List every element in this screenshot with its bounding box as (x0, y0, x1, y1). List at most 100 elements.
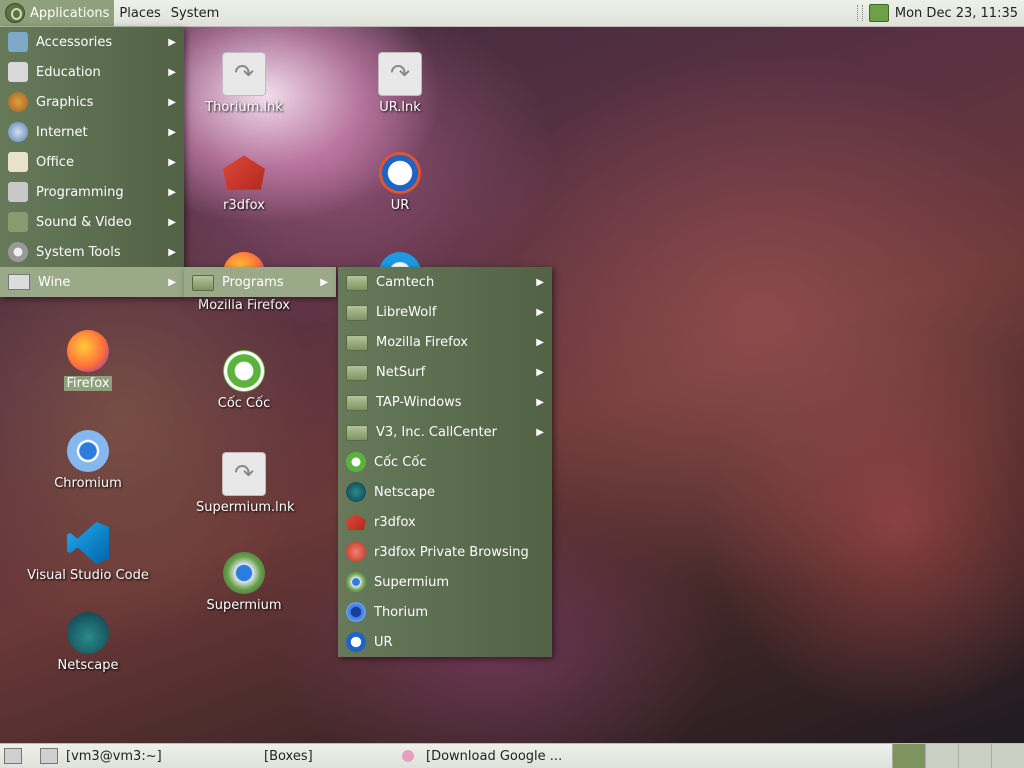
accessories-icon (8, 32, 28, 52)
submenu-arrow-icon: ▶ (168, 66, 176, 78)
menu-item-label: Supermium (374, 574, 450, 590)
menu-item-label: LibreWolf (376, 304, 437, 320)
menu-item-thorium[interactable]: Thorium (338, 597, 552, 627)
desktop-icon-netscape[interactable]: Netscape (38, 612, 138, 673)
desktop-icon-vscode[interactable]: Visual Studio Code (24, 522, 152, 583)
submenu-arrow-icon: ▶ (168, 126, 176, 138)
menu-item-r3dfox[interactable]: r3dfox (338, 507, 552, 537)
gnome-foot-icon (5, 3, 25, 23)
taskbar-item-label: [vm3@vm3:~] (66, 748, 162, 764)
submenu-arrow-icon: ▶ (168, 36, 176, 48)
desktop-icon-label: UR (390, 198, 410, 213)
menu-item-office[interactable]: Office ▶ (0, 147, 184, 177)
shortcut-icon (222, 452, 266, 496)
menu-item-label: UR (374, 634, 393, 650)
menu-item-programs[interactable]: Programs ▶ (184, 267, 336, 297)
vscode-icon (67, 522, 109, 564)
folder-icon (346, 395, 368, 411)
ur-browser-icon (346, 632, 366, 652)
taskbar-item-label: [Download Google ... (426, 748, 563, 764)
clock[interactable]: Mon Dec 23, 11:35 (895, 6, 1018, 21)
menu-item-label: Internet (36, 124, 88, 140)
menu-item-r3dfox-private[interactable]: r3dfox Private Browsing (338, 537, 552, 567)
places-menu-button[interactable]: Places (114, 0, 165, 26)
chromium-icon (67, 430, 109, 472)
menu-item-system-tools[interactable]: System Tools ▶ (0, 237, 184, 267)
desktop-icon-label: UR.lnk (379, 100, 421, 115)
desktop-icon-chromium[interactable]: Chromium (38, 430, 138, 491)
graphics-icon (8, 92, 28, 112)
menu-item-sound-video[interactable]: Sound & Video ▶ (0, 207, 184, 237)
netscape-icon (346, 482, 366, 502)
submenu-arrow-icon: ▶ (536, 336, 544, 348)
applications-menu-button[interactable]: Applications (0, 0, 115, 26)
folder-icon (346, 275, 368, 291)
menu-item-supermium[interactable]: Supermium (338, 567, 552, 597)
menu-item-netsurf[interactable]: NetSurf ▶ (338, 357, 552, 387)
desktop-icon-coccoc[interactable]: Cốc Cốc (194, 350, 294, 411)
menu-item-wine[interactable]: Wine ▶ (0, 267, 184, 297)
r3dfox-icon (346, 514, 366, 530)
system-menu-button[interactable]: System (166, 0, 224, 26)
terminal-icon (40, 748, 58, 764)
menu-item-label: Mozilla Firefox (376, 334, 468, 350)
workspace-1[interactable] (892, 744, 925, 768)
desktop-icon-r3dfox[interactable]: r3dfox (194, 152, 294, 213)
menu-item-camtech[interactable]: Camtech ▶ (338, 267, 552, 297)
workspace-2[interactable] (925, 744, 958, 768)
desktop-icon-label: Thorium.lnk (205, 100, 283, 115)
taskbar-item-label: [Boxes] (264, 748, 313, 764)
menu-item-label: System Tools (36, 244, 121, 260)
menu-item-programming[interactable]: Programming ▶ (0, 177, 184, 207)
workspace-switcher (892, 744, 1024, 768)
desktop-icon-label: Mozilla Firefox (198, 298, 290, 313)
system-tools-gear-icon (8, 242, 28, 262)
coccoc-icon (223, 350, 265, 392)
desktop-icon-thorium-lnk[interactable]: Thorium.lnk (194, 52, 294, 115)
desktop-icon-firefox[interactable]: Firefox (38, 330, 138, 391)
desktop-icon-label: Cốc Cốc (217, 396, 271, 411)
menu-item-label: r3dfox (374, 514, 416, 530)
menu-item-label: V3, Inc. CallCenter (376, 424, 497, 440)
menu-item-accessories[interactable]: Accessories ▶ (0, 27, 184, 57)
menu-item-netscape[interactable]: Netscape (338, 477, 552, 507)
menu-item-internet[interactable]: Internet ▶ (0, 117, 184, 147)
update-notifier-icon[interactable] (868, 4, 889, 22)
submenu-arrow-icon: ▶ (168, 216, 176, 228)
menu-item-education[interactable]: Education ▶ (0, 57, 184, 87)
menu-item-label: Thorium (374, 604, 428, 620)
menu-item-label: Office (36, 154, 74, 170)
menu-item-ur[interactable]: UR (338, 627, 552, 657)
menu-item-label: Graphics (36, 94, 94, 110)
desktop-icon-label: r3dfox (223, 198, 265, 213)
menu-item-coccoc[interactable]: Cốc Cốc (338, 447, 552, 477)
taskbar-item-browser[interactable]: [Download Google ... (396, 744, 608, 768)
desktop-icon-supermium-lnk[interactable]: Supermium.lnk (194, 452, 295, 515)
menu-item-librewolf[interactable]: LibreWolf ▶ (338, 297, 552, 327)
taskbar-item-terminal[interactable]: [vm3@vm3:~] (34, 744, 216, 768)
panel-handle[interactable] (856, 5, 863, 21)
desktop-icon-ur-lnk[interactable]: UR.lnk (350, 52, 450, 115)
submenu-arrow-icon: ▶ (536, 426, 544, 438)
taskbar-item-boxes[interactable]: [Boxes] (216, 744, 396, 768)
thorium-icon (346, 602, 366, 622)
top-panel: Applications Places System Mon Dec 23, 1… (0, 0, 1024, 27)
office-icon (8, 152, 28, 172)
desktop-icon-supermium[interactable]: Supermium (194, 552, 294, 613)
desktop-icon-ur[interactable]: UR (350, 152, 450, 213)
show-desktop-icon[interactable] (4, 748, 22, 764)
bottom-panel: [vm3@vm3:~] [Boxes] [Download Google ... (0, 743, 1024, 768)
submenu-arrow-icon: ▶ (536, 306, 544, 318)
menu-item-label: Netscape (374, 484, 435, 500)
workspace-3[interactable] (958, 744, 991, 768)
menu-item-mozilla-firefox[interactable]: Mozilla Firefox ▶ (338, 327, 552, 357)
menu-item-graphics[interactable]: Graphics ▶ (0, 87, 184, 117)
menu-item-v3-callcenter[interactable]: V3, Inc. CallCenter ▶ (338, 417, 552, 447)
folder-icon (192, 275, 214, 291)
menu-item-tap-windows[interactable]: TAP-Windows ▶ (338, 387, 552, 417)
menu-item-label: Programs (222, 274, 284, 290)
workspace-4[interactable] (991, 744, 1024, 768)
programming-icon (8, 182, 28, 202)
desktop-icon-label: Supermium (206, 598, 282, 613)
desktop-icon-label: Visual Studio Code (27, 568, 149, 583)
